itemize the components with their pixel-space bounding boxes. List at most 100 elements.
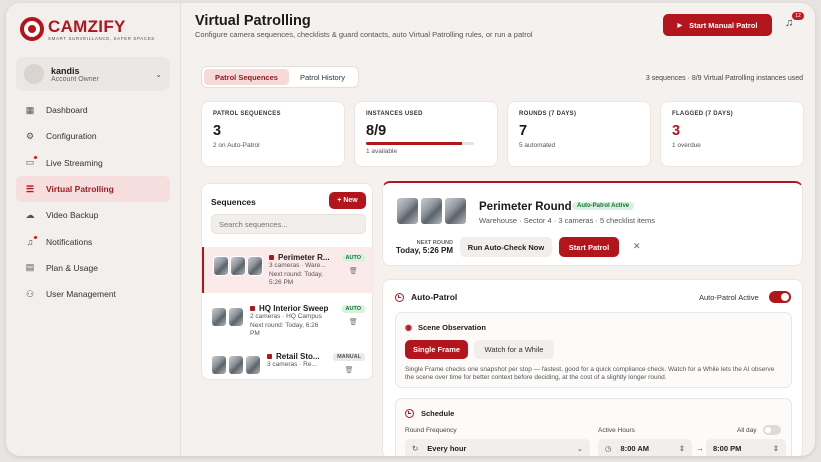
schedule-section: Schedule Round Frequency Active Hours Al… [395,398,792,456]
scene-observation-section: ◉ Scene Observation Single Frame Watch f… [395,312,792,388]
sequences-panel: Sequences + New Perimeter R... 3 cameras… [201,183,374,380]
camera-thumbnail [228,355,244,375]
camera-thumbnail [211,307,227,327]
schedule-title: Schedule [421,409,455,418]
status-badge: Auto-Patrol Active [572,202,635,210]
stat-card-flagged: FLAGGED (7 DAYS) 3 1 overdue [660,101,804,167]
chevron-updown-icon: ⇕ [678,444,685,453]
trash-icon[interactable]: 🗑 [345,366,354,374]
camera-thumbnails [211,307,245,344]
stat-label: ROUNDS (7 DAYS) [519,111,577,117]
avatar [24,64,44,84]
notifications-bell-icon[interactable]: ♫ [785,17,793,29]
stats-row: PATROL SEQUENCES 3 2 on Auto-Patrol INST… [201,101,804,167]
chevron-updown-icon: ⇕ [772,444,779,453]
round-frequency-value: Every hour [427,444,467,453]
new-sequence-button[interactable]: + New [329,192,366,209]
camera-thumbnail [213,256,229,276]
sequence-detail: 5:26 PM [269,279,294,286]
sidebar: CAMZIFY SMART SURVEILLANCE, SAFER SPACES… [6,3,181,456]
notification-count-badge: 12 [792,12,804,20]
camera-thumbnails [396,197,468,225]
users-icon: ⚇ [25,288,35,299]
search-sequences-input[interactable] [211,214,366,234]
round-frequency-label: Round Frequency [405,427,457,434]
auto-patrol-toggle[interactable] [769,291,791,303]
page-title: Virtual Patrolling [195,13,311,29]
camera-thumbnails [213,256,264,293]
cloud-icon: ☁ [25,209,35,220]
tab-patrol-history[interactable]: Patrol History [289,69,356,85]
sequence-subtitle: Warehouse · Sector 4 · 3 cameras · 5 che… [479,216,656,225]
sequence-detail: PM [250,330,260,337]
sidebar-item-dashboard[interactable]: ▦ Dashboard [16,97,170,123]
sidebar-item-live-streaming[interactable]: ▭ Live Streaming [16,150,170,176]
chevron-down-icon: ⌄ [155,69,162,79]
camera-thumbnail [211,355,227,375]
sidebar-item-configuration[interactable]: ⚙ Configuration [16,123,170,149]
single-frame-button[interactable]: Single Frame [405,340,468,359]
app-window: CAMZIFY SMART SURVEILLANCE, SAFER SPACES… [6,3,815,456]
usage-summary: 3 sequences · 8/9 Virtual Patrolling ins… [645,75,803,82]
user-name: kandis [51,65,80,76]
active-hours-label: Active Hours [598,427,635,434]
document-icon: ▤ [25,262,35,273]
sequence-detail: 3 cameras · Ware... [269,262,326,269]
bell-icon: ♫ [24,235,37,247]
chevron-down-icon: ⌄ [576,444,583,453]
start-patrol-button[interactable]: Start Patrol [559,237,619,257]
stat-sub: 2 on Auto-Patrol [213,142,260,149]
active-hours-from-select[interactable]: ◷ 8:00 AM ⇕ [598,439,692,456]
stat-sub: 1 available [366,148,398,155]
active-hours-to-value: 8:00 PM [713,444,742,453]
trash-icon[interactable]: 🗑 [349,267,358,275]
close-icon[interactable]: ✕ [633,241,641,252]
sequence-name: Perimeter R... [278,253,330,262]
camera-thumbnail [230,256,246,276]
camera-thumbnail [247,256,263,276]
stat-sub: 1 overdue [672,142,701,149]
instances-progress-bar [366,142,474,145]
stat-sub: 5 automated [519,142,556,149]
list-item[interactable]: Perimeter R... 3 cameras · Ware... Next … [202,247,374,293]
brand-name: CAMZIFY [48,16,126,36]
trash-icon[interactable]: 🗑 [349,318,358,326]
refresh-icon: ↻ [412,444,419,453]
sidebar-item-user-management[interactable]: ⚇ User Management [16,281,170,307]
list-item[interactable]: HQ Interior Sweep 2 cameras · HQ Campus … [202,298,374,344]
sidebar-item-virtual-patrolling[interactable]: ☰ Virtual Patrolling [16,175,170,203]
all-day-toggle[interactable] [763,425,781,435]
watch-for-a-while-button[interactable]: Watch for a While [474,340,554,359]
status-square-icon [269,255,274,260]
sidebar-item-video-backup[interactable]: ☁ Video Backup [16,202,170,228]
sidebar-item-label: Virtual Patrolling [46,184,114,195]
arrow-right-icon: → [696,444,704,453]
sequence-detail: Next round: Today, [269,270,323,278]
brand-tagline: SMART SURVEILLANCE, SAFER SPACES [48,35,155,41]
stack-icon: ☰ [25,183,35,194]
auto-patrol-panel: Auto-Patrol Auto-Patrol Active ◉ Scene O… [382,279,803,456]
user-menu[interactable]: kandis Account Owner ⌄ [16,57,170,91]
sequence-detail: Next round: Today, 6:26 [250,321,319,329]
camera-thumbnails [211,355,262,392]
sidebar-item-label: Video Backup [46,210,99,221]
active-hours-from-value: 8:00 AM [620,444,650,453]
camera-thumbnail [396,197,419,225]
clock-icon [405,409,414,418]
sidebar-item-plan-usage[interactable]: ▤ Plan & Usage [16,255,170,281]
start-manual-patrol-button[interactable]: ▶ Start Manual Patrol [663,14,772,36]
sidebar-item-label: Live Streaming [46,157,103,168]
auto-patrol-title: Auto-Patrol [411,292,458,302]
sidebar-nav: ▦ Dashboard ⚙ Configuration ▭ Live Strea… [16,97,170,307]
clock-icon [395,292,404,302]
sidebar-item-notifications[interactable]: ♫ Notifications [16,228,170,254]
tab-patrol-sequences[interactable]: Patrol Sequences [204,69,289,85]
run-auto-check-button[interactable]: Run Auto-Check Now [460,237,552,257]
round-frequency-select[interactable]: ↻ Every hour ⌄ [405,439,590,456]
status-square-icon [267,354,272,359]
active-hours-to-select[interactable]: 8:00 PM ⇕ [706,439,786,456]
progress-fill [366,142,463,145]
list-item[interactable]: Retail Sto... 3 cameras · Re... MANUAL 🗑 [202,346,374,392]
stat-card-rounds: ROUNDS (7 DAYS) 7 5 automated [507,101,651,167]
scene-observation-title: Scene Observation [417,323,486,332]
